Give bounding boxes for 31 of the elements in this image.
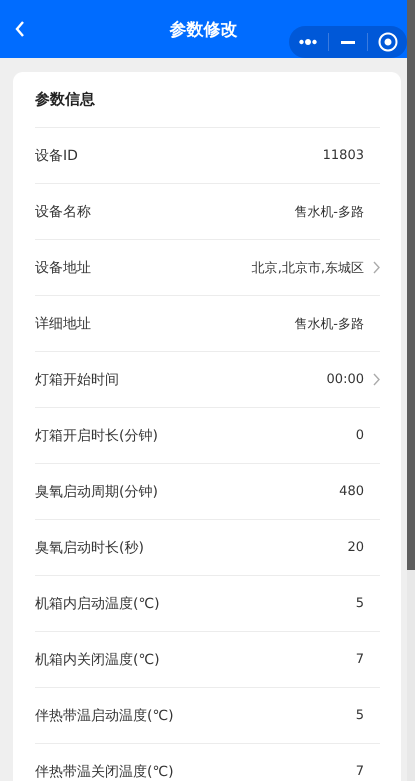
field-value: 售水机-多路 (294, 316, 364, 332)
field-label: 灯箱开启时长(分钟) (35, 426, 158, 444)
field-value: 售水机-多路 (294, 204, 364, 220)
more-icon[interactable] (299, 39, 318, 45)
field-label: 伴热带温关闭温度(℃) (35, 762, 174, 780)
scrollbar[interactable] (407, 0, 415, 781)
field-value: 20 (347, 540, 364, 555)
field-value: 7 (356, 652, 364, 667)
field-value: 11803 (322, 148, 364, 163)
minus-icon[interactable] (341, 40, 355, 44)
field-value[interactable]: 北京,北京市,东城区 (252, 258, 364, 276)
field-label: 伴热带温启动温度(℃) (35, 706, 174, 724)
field-value: 7 (356, 764, 364, 779)
section-title: 参数信息 (35, 72, 380, 128)
field-value: 5 (356, 596, 364, 611)
field-value: 5 (356, 708, 364, 723)
field-value: 480 (339, 484, 364, 499)
page-title: 参数修改 (170, 18, 238, 40)
field-label: 臭氧启动时长(秒) (35, 538, 144, 556)
field-label: 设备ID (35, 146, 78, 164)
field-label: 详细地址 (35, 314, 91, 332)
field-label: 设备名称 (35, 202, 91, 220)
field-label: 灯箱开始时间 (35, 370, 119, 388)
field-label: 设备地址 (35, 258, 91, 276)
target-icon[interactable] (378, 32, 398, 52)
back-icon[interactable] (15, 20, 25, 38)
field-value: 0 (356, 428, 364, 443)
field-value[interactable]: 00:00 (326, 372, 364, 387)
field-label: 机箱内启动温度(℃) (35, 594, 160, 612)
field-label: 臭氧启动周期(分钟) (35, 482, 158, 500)
field-label: 机箱内关闭温度(℃) (35, 650, 160, 668)
